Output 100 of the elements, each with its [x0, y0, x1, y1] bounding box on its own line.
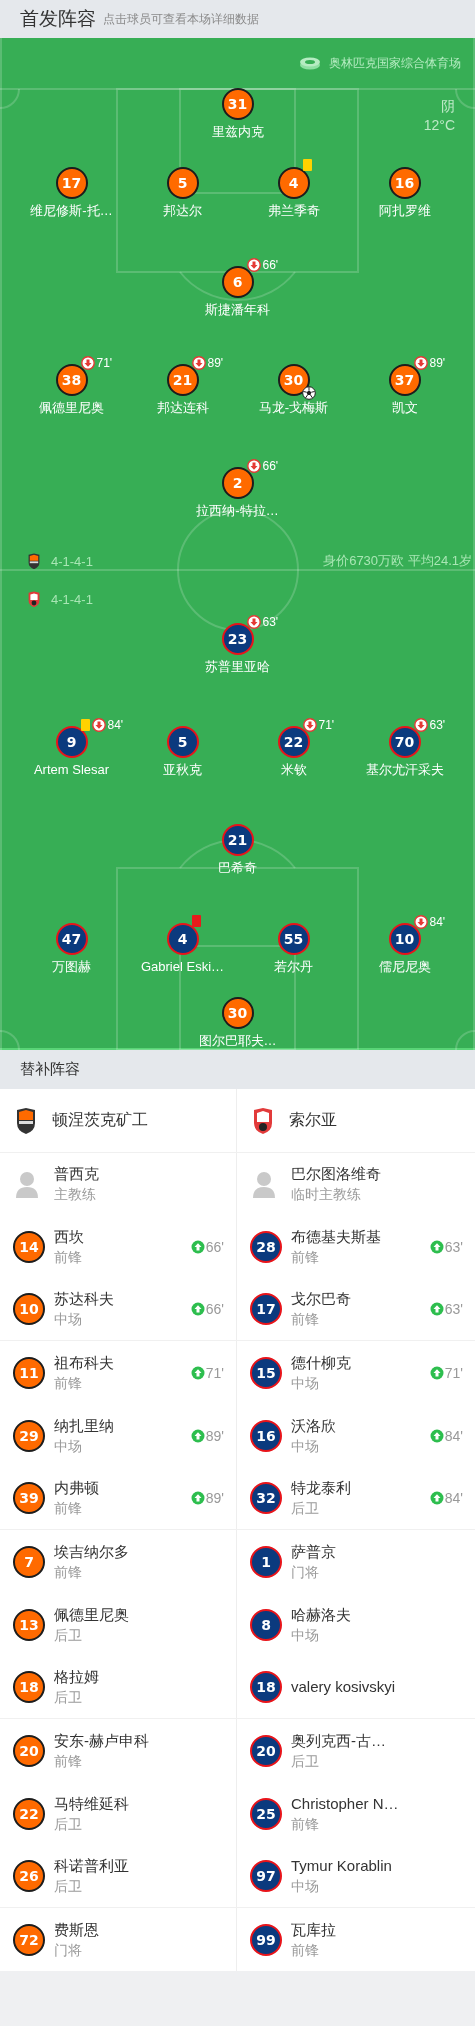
- substitution-minute: 71': [205, 1364, 224, 1381]
- player-position: 前锋: [291, 1247, 320, 1267]
- shirt-number[interactable]: 18: [13, 1671, 45, 1703]
- shirt-number[interactable]: 29: [13, 1419, 45, 1452]
- shirt-number[interactable]: 25: [250, 1797, 282, 1830]
- player-name: 斯捷潘年科: [205, 302, 270, 318]
- player-name: Christopher N…: [291, 1793, 399, 1814]
- shirt-number[interactable]: 18: [250, 1671, 282, 1703]
- substitution-in-icon: [190, 1365, 205, 1380]
- player-name: 马特维延科: [54, 1793, 129, 1814]
- shirt-number[interactable]: 11: [13, 1356, 45, 1389]
- player-position: 后卫: [54, 1877, 83, 1896]
- shirt-number[interactable]: 22: [13, 1797, 45, 1830]
- substitution-in-icon: [190, 1239, 205, 1254]
- team-name: 索尔亚: [289, 1110, 337, 1130]
- formation-text: 4-1-4-1: [51, 591, 93, 607]
- player-name: 凯文: [391, 400, 418, 416]
- player-name: 图尔巴耶夫…: [198, 1033, 277, 1049]
- player-name: 布德基夫斯基: [291, 1226, 381, 1247]
- weather-text: 阴: [441, 98, 455, 114]
- player-position: 前锋: [54, 1562, 83, 1582]
- player-name: 维尼修斯-托…: [30, 203, 113, 219]
- player-name: 阿扎罗维: [378, 203, 431, 219]
- shirt-number[interactable]: 15: [250, 1356, 282, 1389]
- player-position: 后卫: [291, 1499, 320, 1518]
- substitution-minute: 84': [444, 1490, 463, 1506]
- substitution-minute: 89': [205, 1490, 224, 1506]
- shirt-number[interactable]: 39: [13, 1482, 45, 1514]
- shirt-number[interactable]: 97: [250, 1860, 282, 1892]
- player-name: 邦达尔: [163, 203, 202, 219]
- substitution-in-icon: [429, 1365, 444, 1380]
- player-name: valery kosivskyi: [291, 1677, 396, 1697]
- substitution-minute: 84': [444, 1427, 463, 1444]
- player-position: 门将: [54, 1940, 83, 1960]
- player-position: 前锋: [291, 1310, 320, 1329]
- player-name: 佩德里尼奥: [54, 1604, 129, 1625]
- player-name: 格拉姆: [54, 1667, 99, 1687]
- shirt-number[interactable]: 99: [250, 1923, 282, 1956]
- substitution-minute: 89': [207, 356, 224, 370]
- team-name: 顿涅茨克矿工: [52, 1110, 148, 1130]
- section-hint: 点击球员可查看本场详细数据: [103, 10, 259, 28]
- shirt-number[interactable]: 20: [13, 1734, 45, 1767]
- shirt-number[interactable]: 20: [250, 1734, 282, 1767]
- player-position: 门将: [291, 1562, 320, 1582]
- shirt-number[interactable]: 16: [250, 1419, 282, 1452]
- player-position: 前锋: [291, 1940, 320, 1960]
- substitution-in-icon: [429, 1302, 444, 1316]
- player-name: 西坎: [54, 1226, 84, 1247]
- player-name: 德什柳克: [291, 1352, 351, 1373]
- substitution-in-icon: [190, 1428, 205, 1443]
- shirt-number[interactable]: 7: [13, 1545, 45, 1578]
- shirt-number[interactable]: 72: [13, 1923, 45, 1956]
- substitution-minute: 89': [429, 356, 446, 370]
- shirt-number[interactable]: 17: [250, 1293, 282, 1325]
- substitution-minute: 71': [444, 1364, 463, 1381]
- player-name: 纳扎里纳: [54, 1415, 114, 1436]
- shirt-number[interactable]: 14: [13, 1230, 45, 1263]
- player-name: 哈赫洛夫: [291, 1604, 351, 1625]
- player-position: 后卫: [291, 1751, 320, 1771]
- shirt-number[interactable]: 10: [13, 1293, 45, 1325]
- player-position: 中场: [291, 1373, 320, 1393]
- substitution-minute: 71': [318, 718, 335, 732]
- player-position: 前锋: [54, 1247, 83, 1267]
- shirt-number[interactable]: 13: [13, 1608, 45, 1641]
- player-position: 前锋: [54, 1373, 83, 1393]
- player-name: 亚秋克: [163, 762, 202, 778]
- player-name: 奥列克西-古…: [291, 1730, 386, 1751]
- player-name: 拉西纳-特拉…: [196, 503, 279, 519]
- player-name: Artem Slesar: [33, 762, 110, 778]
- substitution-in-icon: [429, 1428, 444, 1443]
- person-silhouette-icon: [16, 1170, 38, 1198]
- shirt-number[interactable]: 8: [250, 1608, 282, 1641]
- crest-icon: [28, 553, 40, 569]
- substitution-minute: 84': [107, 718, 124, 732]
- player-name: 马龙-戈梅斯: [258, 400, 329, 416]
- coach-role: 临时主教练: [291, 1185, 362, 1204]
- squad-value-text: 身价6730万欧 平均24.1岁: [323, 552, 472, 570]
- shirt-number[interactable]: 1: [250, 1545, 282, 1578]
- substitution-minute: 63': [262, 615, 279, 629]
- substitution-minute: 89': [205, 1427, 224, 1444]
- substitution-in-icon: [429, 1491, 444, 1505]
- player-name: 特龙泰利: [291, 1478, 351, 1498]
- shirt-number[interactable]: 26: [13, 1860, 45, 1892]
- player-name: 米钦: [280, 762, 307, 778]
- player-name: 科诺普利亚: [54, 1856, 129, 1876]
- player-name: 戈尔巴奇: [291, 1289, 351, 1309]
- player-name: 内弗顿: [54, 1478, 99, 1498]
- person-silhouette-icon: [253, 1170, 275, 1198]
- player-name: 苏普里亚哈: [205, 659, 270, 675]
- shirt-number[interactable]: 32: [250, 1482, 282, 1514]
- crest-icon: [28, 591, 40, 607]
- substitution-minute: 66': [262, 459, 279, 473]
- player-name: 佩德里尼奥: [39, 400, 104, 416]
- player-name: 苏达科夫: [54, 1289, 114, 1309]
- player-name: 萨普京: [291, 1541, 336, 1562]
- shirt-number[interactable]: 28: [250, 1230, 282, 1263]
- substitution-minute: 66': [205, 1301, 224, 1317]
- player-name: 费斯恩: [54, 1919, 99, 1940]
- player-name: 安东-赫卢申科: [54, 1730, 149, 1751]
- substitution-in-icon: [190, 1491, 205, 1505]
